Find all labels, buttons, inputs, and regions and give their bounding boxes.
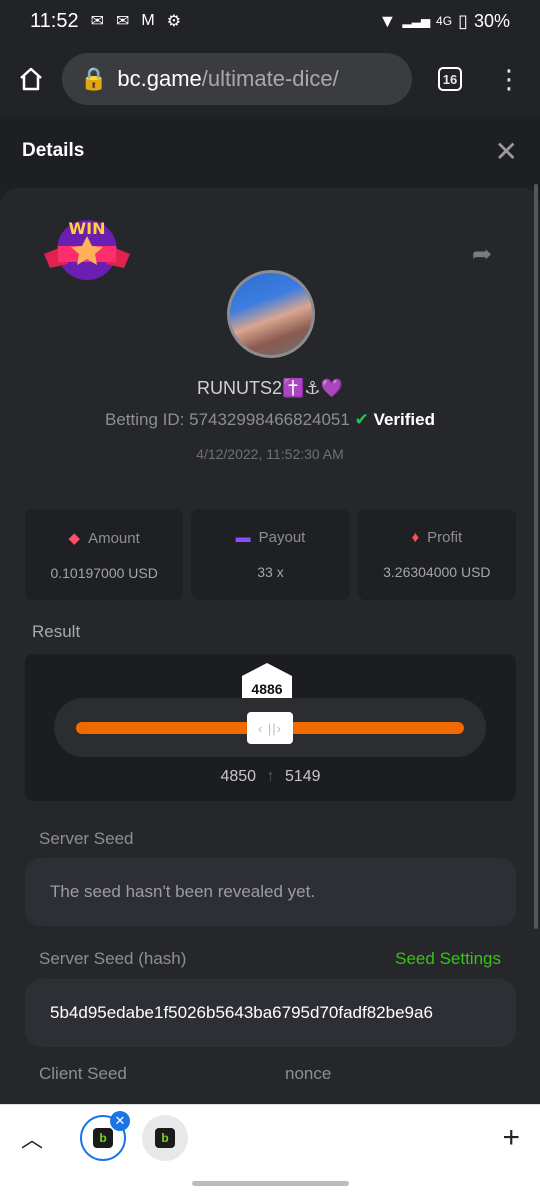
client-seed-label: Client Seed <box>39 1064 127 1083</box>
home-icon <box>20 67 42 91</box>
stat-payout: ▬ Payout 33 x <box>191 509 350 600</box>
bc-game-logo-icon: b <box>93 1127 113 1148</box>
stat-amount: ◆ Amount 0.10197000 USD <box>25 509 184 600</box>
dialog-title: Details <box>22 140 85 161</box>
verified-shield-icon: ✔ <box>354 410 369 429</box>
wifi-icon: ▼ <box>378 10 397 31</box>
win-badge: WIN <box>44 216 130 286</box>
signal-icon: ▂▃▅ <box>402 14 431 28</box>
username: RUNUTS2✝️⚓💜 <box>197 378 343 398</box>
amount-icon: ◆ <box>68 529 81 547</box>
mail-icon: ✉ <box>115 13 130 30</box>
tab-strip: ︿ b ✕ b + <box>0 1104 540 1170</box>
nonce-label: nonce <box>285 1064 332 1083</box>
settings-icon: ⚙ <box>166 13 182 30</box>
bet-datetime: 4/12/2022, 11:52:30 AM <box>196 446 344 462</box>
avatar <box>227 270 315 358</box>
range-high: 5149 <box>284 768 321 785</box>
url-path: /ultimate-dice/ <box>201 66 339 91</box>
tab-bc-game-active[interactable]: b ✕ <box>80 1110 130 1161</box>
bc-game-logo-icon: b <box>155 1127 175 1148</box>
win-text: WIN <box>69 219 106 238</box>
scrollbar[interactable] <box>534 184 538 929</box>
slider-track: ‹ ||› <box>54 698 486 757</box>
server-hash-field[interactable]: 5b4d95edabe1f5026b5643ba6795d70fadf82be9… <box>25 979 516 1047</box>
profit-icon: ♦ <box>411 529 420 546</box>
betting-id-row: Betting ID: 57432998466824051 ✔ Verified <box>0 410 540 430</box>
tab-bc-game[interactable]: b <box>142 1114 188 1161</box>
lock-icon: 🔒 <box>80 66 108 91</box>
close-icon[interactable]: ✕ <box>495 135 518 168</box>
stat-label: Profit <box>427 529 463 546</box>
more-menu-icon[interactable]: ⋮ <box>496 64 522 95</box>
address-bar[interactable]: 🔒 bc.game/ultimate-dice/ <box>62 53 412 105</box>
server-seed-label: Server Seed <box>39 829 134 848</box>
page: Details ✕ WIN ➦ RUNUTS2✝️⚓💜 Betting ID: … <box>0 116 540 1104</box>
result-slider: 4886 ‹ ||› 4850 ↑ 5149 <box>25 654 516 801</box>
stat-value: 0.10197000 USD <box>50 564 158 581</box>
mail-icon: ✉ <box>90 13 104 30</box>
betting-id: 57432998466824051 <box>189 410 350 429</box>
battery-level: 30% <box>473 10 510 31</box>
battery-icon: ▯ <box>458 10 468 31</box>
seed-settings-link[interactable]: Seed Settings <box>395 949 501 969</box>
gesture-bar <box>0 1170 540 1200</box>
chevron-up-icon[interactable]: ︿ <box>0 1122 64 1154</box>
dialog-header: Details ✕ <box>0 116 540 186</box>
browser-toolbar: 🔒 bc.game/ultimate-dice/ 16 ⋮ <box>0 42 540 116</box>
status-bar: 11:52 ✉ ✉ M ⚙ ▼ ▂▃▅ 4G ▯ 30% <box>0 0 540 42</box>
close-tab-icon[interactable]: ✕ <box>110 1110 130 1131</box>
bet-details-card: WIN ➦ RUNUTS2✝️⚓💜 Betting ID: 5743299846… <box>0 188 540 1104</box>
status-time: 11:52 <box>30 9 79 32</box>
win-badge-icon: WIN <box>44 219 130 280</box>
verified-label: Verified <box>373 410 435 429</box>
stat-value: 33 x <box>257 564 284 580</box>
url-domain: bc.game <box>117 66 202 91</box>
result-title: Result <box>32 622 81 641</box>
server-hash-label: Server Seed (hash) <box>39 949 187 968</box>
range-labels: 4850 ↑ 5149 <box>25 768 516 786</box>
gesture-handle[interactable] <box>192 1181 349 1186</box>
stats-row: ◆ Amount 0.10197000 USD ▬ Payout 33 x ♦ Pro… <box>25 509 516 600</box>
stat-label: Amount <box>88 529 140 547</box>
server-seed-field: The seed hasn't been revealed yet. <box>25 858 516 926</box>
betting-id-label: Betting ID: <box>105 410 185 429</box>
slider-handle[interactable]: ‹ ||› <box>247 712 293 744</box>
arrow-up-icon: ↑ <box>266 768 275 785</box>
share-icon[interactable]: ➦ <box>472 240 492 269</box>
network-type: 4G <box>436 14 453 28</box>
stat-value: 3.26304000 USD <box>383 564 491 580</box>
stat-profit: ♦ Profit 3.26304000 USD <box>357 509 516 600</box>
gmail-icon: M <box>141 12 155 29</box>
range-low: 4850 <box>220 768 257 785</box>
new-tab-icon[interactable]: + <box>502 1121 520 1155</box>
wallet-icon: ▬ <box>235 529 251 546</box>
tab-switcher-button[interactable]: 16 <box>438 67 462 91</box>
home-button[interactable] <box>0 66 62 92</box>
stat-label: Payout <box>258 529 306 546</box>
